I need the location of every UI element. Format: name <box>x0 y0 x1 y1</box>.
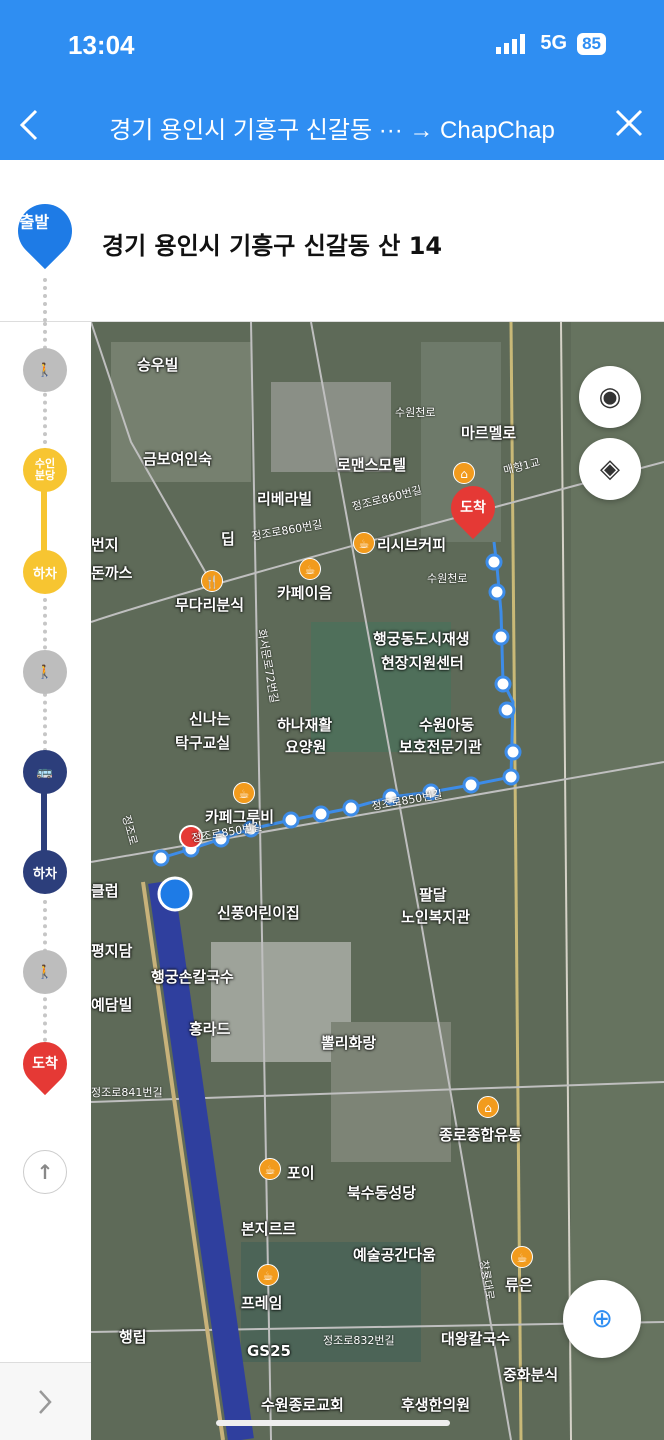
place-label[interactable]: 신나는 <box>189 708 230 729</box>
place-label[interactable]: 팔달 <box>419 884 447 905</box>
place-label[interactable]: 행립 <box>119 1326 147 1347</box>
place-label[interactable]: 현장지원센터 <box>381 652 464 673</box>
place-label[interactable]: 클럽 <box>91 880 119 901</box>
subway-alight-step[interactable]: 하차 <box>23 550 67 594</box>
expand-panel-button[interactable] <box>0 1362 91 1440</box>
place-label[interactable]: 행궁동도시재생 <box>373 628 470 649</box>
place-label[interactable]: 수원종로교회 <box>261 1394 344 1415</box>
place-label[interactable]: 보호전문기관 <box>399 736 482 757</box>
place-label[interactable]: 무다리분식 <box>175 594 244 615</box>
place-label[interactable]: 리시브커피 <box>377 534 446 555</box>
place-label[interactable]: 마르멜로 <box>461 422 516 443</box>
cafe-icon[interactable]: ☕ <box>257 1264 279 1286</box>
place-label[interactable]: 포이 <box>287 1162 315 1183</box>
place-label[interactable]: 딥 <box>221 528 235 549</box>
clock: 13:04 <box>68 30 135 60</box>
shop-icon[interactable]: ⌂ <box>453 462 475 484</box>
place-label[interactable]: 로맨스모텔 <box>337 454 406 475</box>
map-view[interactable]: 도착 승우빌 금보여인숙 리베라빌 로맨스모텔 마르멜로 리시브커피 카페이음 … <box>91 322 664 1440</box>
bus-alight-step[interactable]: 하차 <box>23 850 67 894</box>
place-label[interactable]: 리베라빌 <box>257 488 312 509</box>
battery-icon: 85 <box>577 32 606 55</box>
road-label: 수원천로 <box>395 406 436 419</box>
cafe-icon[interactable]: ☕ <box>511 1246 533 1268</box>
route-title: 경기 용인시 기흥구 신갈동 ··· → ChapChap <box>109 117 555 144</box>
place-label[interactable]: 요양원 <box>285 736 326 757</box>
place-label[interactable]: 류은 <box>505 1274 533 1295</box>
close-button[interactable] <box>614 108 644 144</box>
place-label[interactable]: 카페이음 <box>277 582 332 603</box>
walk-step-icon[interactable]: 🚶 <box>23 348 67 392</box>
road-label: 정조로832번길 <box>323 1334 395 1347</box>
cafe-icon[interactable]: ☕ <box>353 532 375 554</box>
network-label: 5G <box>540 32 568 54</box>
road-label: 수원천로 <box>427 572 468 585</box>
status-icons: 5G 85 <box>496 32 606 55</box>
cafe-icon[interactable]: ☕ <box>299 558 321 580</box>
chevron-right-icon <box>39 1390 52 1414</box>
place-label[interactable]: 홍라드 <box>189 1018 230 1039</box>
restaurant-icon[interactable]: 🍴 <box>201 570 223 592</box>
place-label[interactable]: 번지 <box>91 534 119 555</box>
bus-step-icon[interactable]: 🚌 <box>23 750 67 794</box>
signal-icon <box>496 33 526 54</box>
place-label[interactable]: 돈까스 <box>91 562 132 583</box>
destination-pin-icon: 도착 <box>441 476 505 540</box>
place-label[interactable]: 하나재활 <box>277 714 332 735</box>
place-label[interactable]: 평지담 <box>91 940 132 961</box>
map-background <box>91 322 664 1440</box>
origin-pin-icon: 출발 <box>6 192 84 270</box>
route-steps-sidebar: 🚶 수인 분당 하차 🚶 🚌 하차 🚶 도착 ↑ <box>0 322 91 1440</box>
origin-address: 경기 용인시 기흥구 신갈동 산 14 <box>102 232 443 260</box>
place-label[interactable]: 노인복지관 <box>401 906 470 927</box>
place-label[interactable]: 종로종합유통 <box>439 1124 522 1145</box>
status-bar: 13:04 5G 85 <box>0 0 664 90</box>
walk-connector <box>43 278 47 322</box>
back-button[interactable] <box>18 108 40 148</box>
place-label[interactable]: 예술공간다움 <box>353 1244 436 1265</box>
scroll-top-button[interactable]: ↑ <box>23 1150 67 1194</box>
place-label[interactable]: 중화분식 <box>503 1364 558 1385</box>
layers-button[interactable]: ◈ <box>579 438 641 500</box>
origin-row[interactable]: 출발 경기 용인시 기흥구 신갈동 산 14 <box>0 160 664 322</box>
place-label[interactable]: 승우빌 <box>137 354 178 375</box>
walk-step-icon[interactable]: 🚶 <box>23 950 67 994</box>
place-label[interactable]: 수원아동 <box>419 714 474 735</box>
place-label[interactable]: 행궁손칼국수 <box>151 966 234 987</box>
place-label[interactable]: 예담빌 <box>91 994 132 1015</box>
place-label[interactable]: 북수동성당 <box>347 1182 416 1203</box>
crosshair-icon: ⊕ <box>591 1304 613 1334</box>
close-icon <box>615 109 643 137</box>
home-indicator <box>216 1420 450 1426</box>
place-label[interactable]: 프레임 <box>241 1292 282 1313</box>
place-label[interactable]: 신풍어린이집 <box>217 902 300 923</box>
shop-icon[interactable]: ⌂ <box>477 1096 499 1118</box>
cafe-icon[interactable]: ☕ <box>233 782 255 804</box>
place-label[interactable]: 후생한의원 <box>401 1394 470 1415</box>
layers-icon: ◈ <box>600 454 620 484</box>
walk-step-icon[interactable]: 🚶 <box>23 650 67 694</box>
place-label[interactable]: 대왕칼국수 <box>441 1328 510 1349</box>
cafe-icon[interactable]: ☕ <box>259 1158 281 1180</box>
my-location-button[interactable]: ⊕ <box>563 1280 641 1358</box>
camera-icon: ◉ <box>598 382 622 412</box>
place-label[interactable]: 탁구교실 <box>175 732 230 753</box>
place-label[interactable]: 뽈리화랑 <box>321 1032 376 1053</box>
place-label[interactable]: 본지르르 <box>241 1218 296 1239</box>
place-label[interactable]: GS25 <box>247 1342 291 1360</box>
subway-step[interactable]: 수인 분당 <box>23 448 67 492</box>
place-label[interactable]: 금보여인숙 <box>143 448 212 469</box>
road-label: 정조로841번길 <box>91 1086 163 1099</box>
street-view-button[interactable]: ◉ <box>579 366 641 428</box>
arrive-pin-icon: 도착 <box>13 1032 77 1096</box>
chevron-left-icon <box>19 109 38 141</box>
nav-header: 경기 용인시 기흥구 신갈동 ··· → ChapChap <box>0 90 664 160</box>
